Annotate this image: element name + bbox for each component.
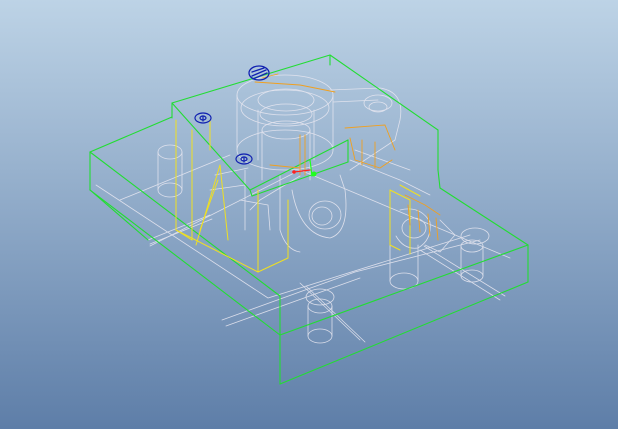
hidden-edges [95,74,511,344]
cad-viewport[interactable] [0,0,618,429]
support-walls [175,119,421,273]
cap-screw-icon[interactable] [235,153,253,165]
fixture-model-wireframe[interactable] [0,0,618,429]
cap-screw-icon[interactable] [194,112,212,124]
base-plate-outline [89,54,529,385]
